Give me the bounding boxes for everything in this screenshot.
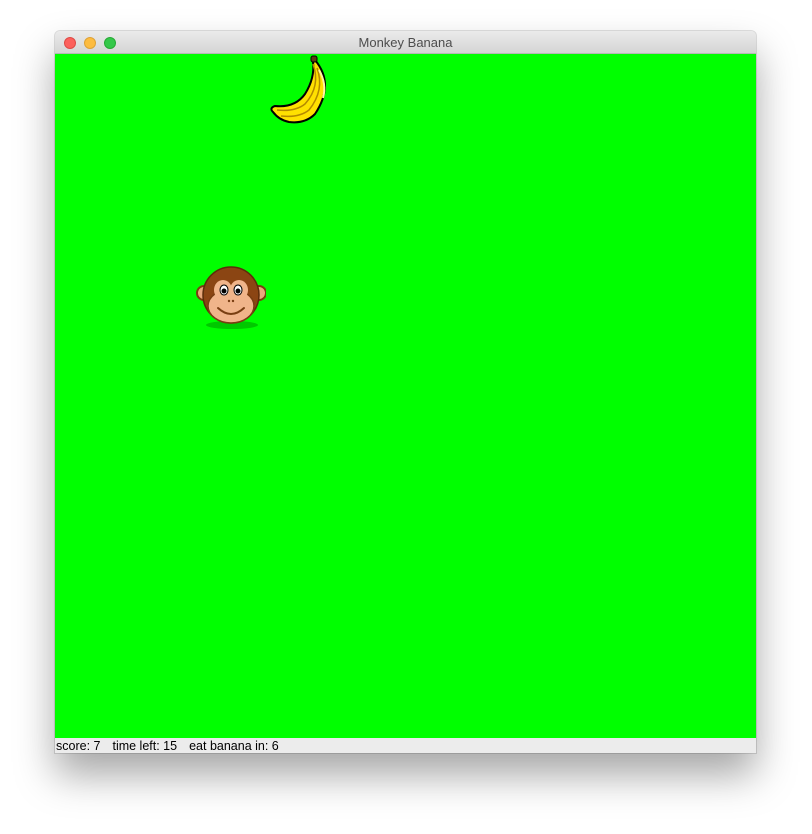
monkey-face-icon xyxy=(196,266,266,329)
score-label: score: 7 xyxy=(56,739,101,753)
banana-icon xyxy=(270,55,326,124)
time-left-label: time left: 15 xyxy=(112,739,178,753)
status-bar: score: 7 time left: 15 eat banana in: 6 xyxy=(55,738,756,753)
window-title: Monkey Banana xyxy=(358,35,453,50)
game-canvas[interactable] xyxy=(55,54,756,738)
app-window: Monkey Banana score: 7 time left: 15 eat… xyxy=(55,31,756,753)
eat-banana-label: eat banana in: 6 xyxy=(189,739,279,753)
title-bar[interactable]: Monkey Banana xyxy=(55,31,756,54)
